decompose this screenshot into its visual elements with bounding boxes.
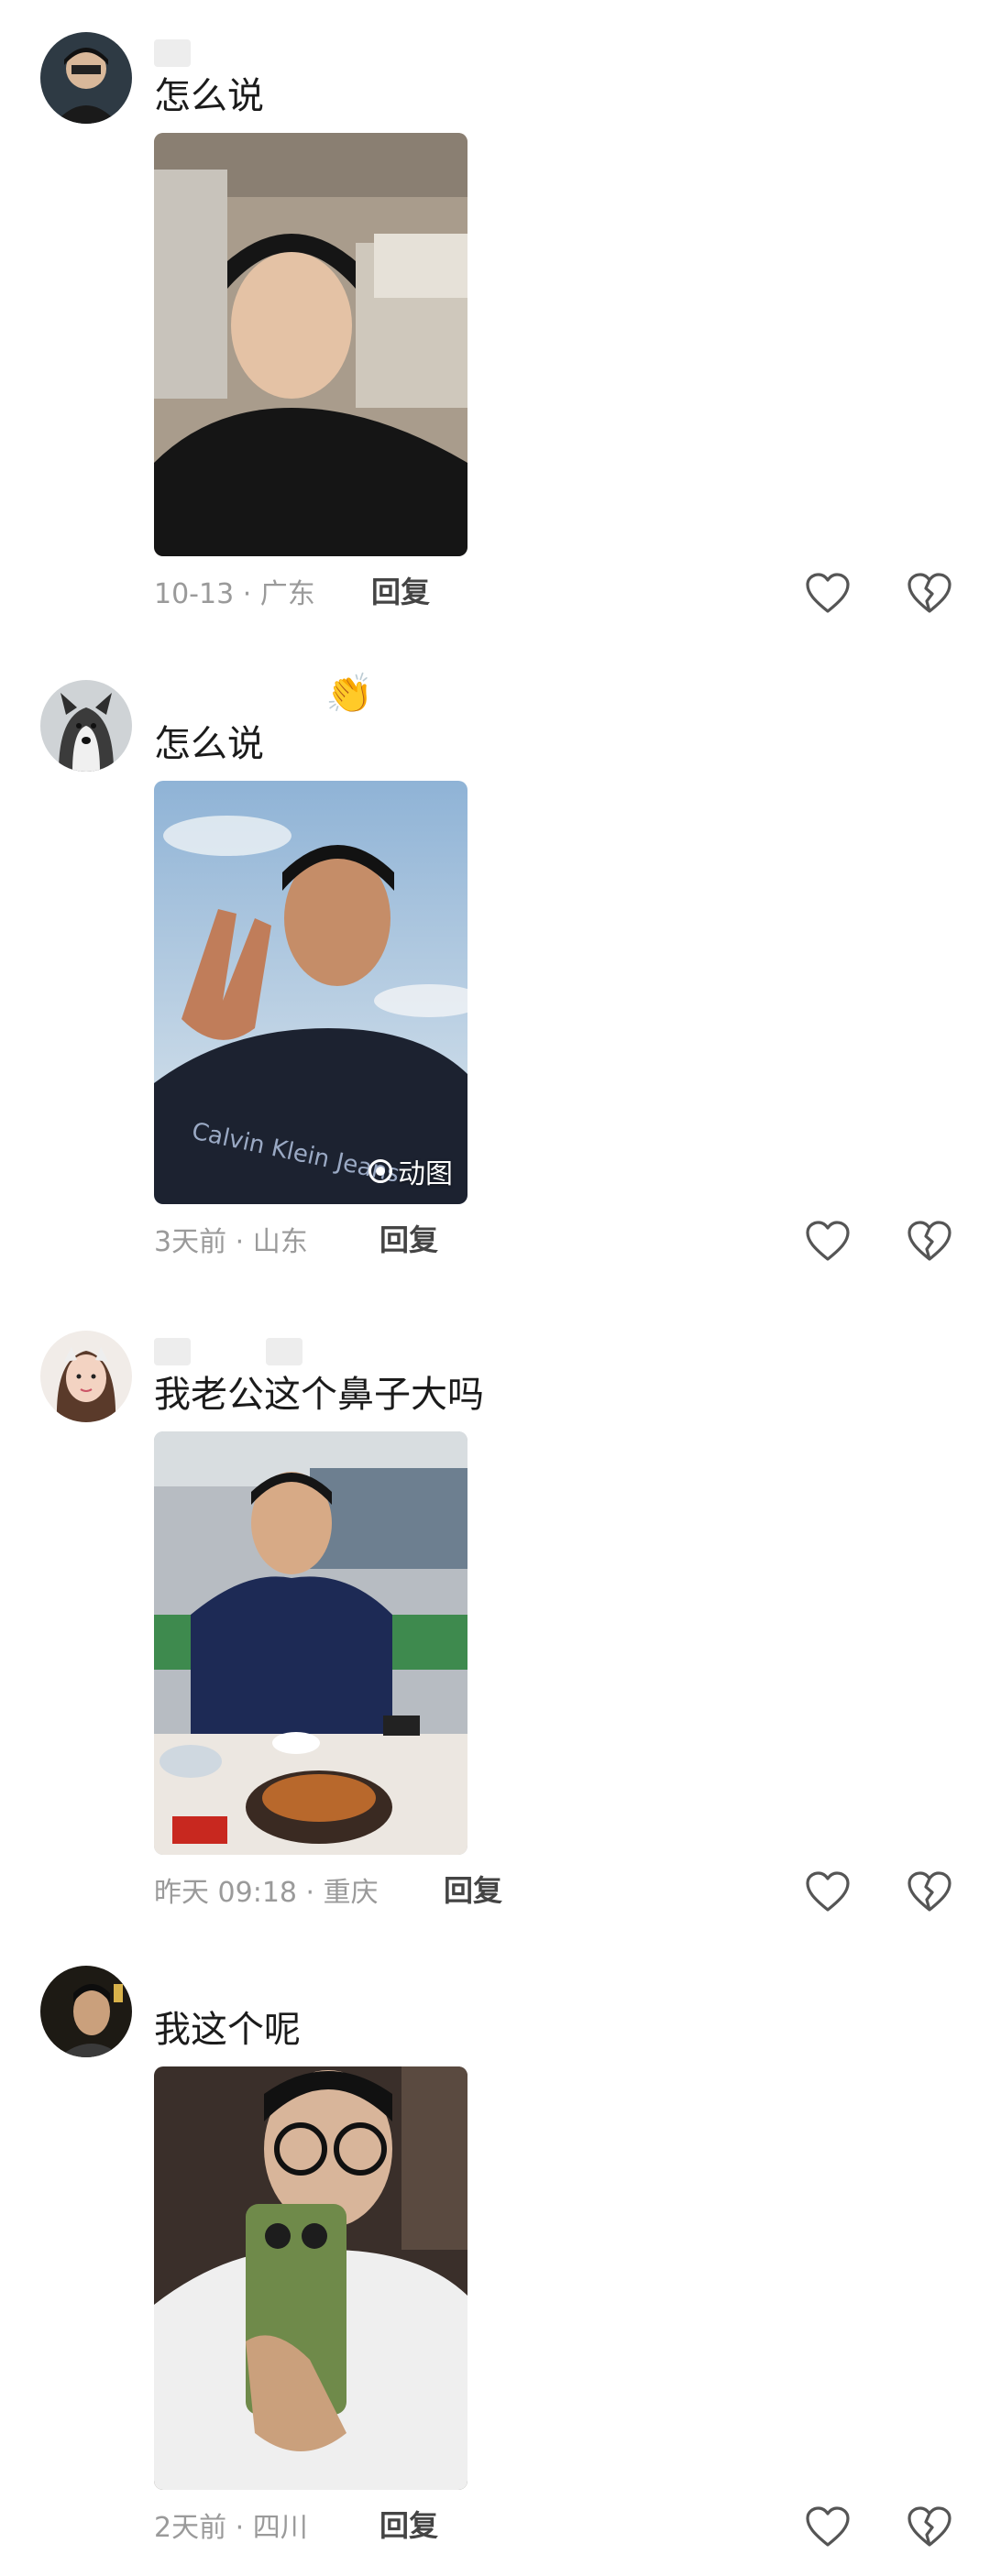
comment-image[interactable] [154, 2066, 468, 2490]
broken-heart-icon[interactable] [907, 1871, 952, 1913]
comment-image[interactable] [154, 1431, 468, 1855]
comment-image[interactable] [154, 133, 468, 556]
comment-meta: 10-13 · 广东 [154, 578, 315, 610]
comment-text: 我这个呢 [154, 2009, 301, 2051]
username-redacted [154, 39, 191, 67]
gif-icon [368, 1159, 392, 1183]
clap-emoji: 👏 [325, 671, 374, 716]
comment-text: 怎么说 [154, 723, 264, 765]
heart-icon[interactable] [805, 1221, 851, 1263]
comment-meta: 3天前 · 山东 [154, 1226, 308, 1258]
comment-text: 我老公这个鼻子大吗 [154, 1374, 484, 1416]
comment-image[interactable]: Calvin Klein Jeans 动图 [154, 781, 468, 1204]
avatar[interactable] [40, 680, 132, 772]
comment-text: 怎么说 [154, 75, 264, 117]
username-redacted [154, 1338, 191, 1365]
avatar[interactable] [40, 32, 132, 124]
avatar[interactable] [40, 1331, 132, 1422]
heart-icon[interactable] [805, 2506, 851, 2549]
broken-heart-icon[interactable] [907, 573, 952, 615]
broken-heart-icon[interactable] [907, 1221, 952, 1263]
comment-meta: 昨天 09:18 · 重庆 [154, 1877, 379, 1909]
reply-button[interactable]: 回复 [380, 1217, 438, 1259]
reply-button[interactable]: 回复 [444, 1868, 502, 1910]
broken-heart-icon[interactable] [907, 2506, 952, 2549]
comment-meta: 2天前 · 四川 [154, 2512, 308, 2544]
reply-button[interactable]: 回复 [371, 569, 430, 611]
reply-button[interactable]: 回复 [380, 2503, 438, 2545]
heart-icon[interactable] [805, 573, 851, 615]
gif-label: 动图 [398, 1158, 453, 1190]
avatar[interactable] [40, 1966, 132, 2057]
heart-icon[interactable] [805, 1871, 851, 1913]
gif-badge: 动图 [368, 1151, 453, 1191]
username-redacted [266, 1338, 302, 1365]
